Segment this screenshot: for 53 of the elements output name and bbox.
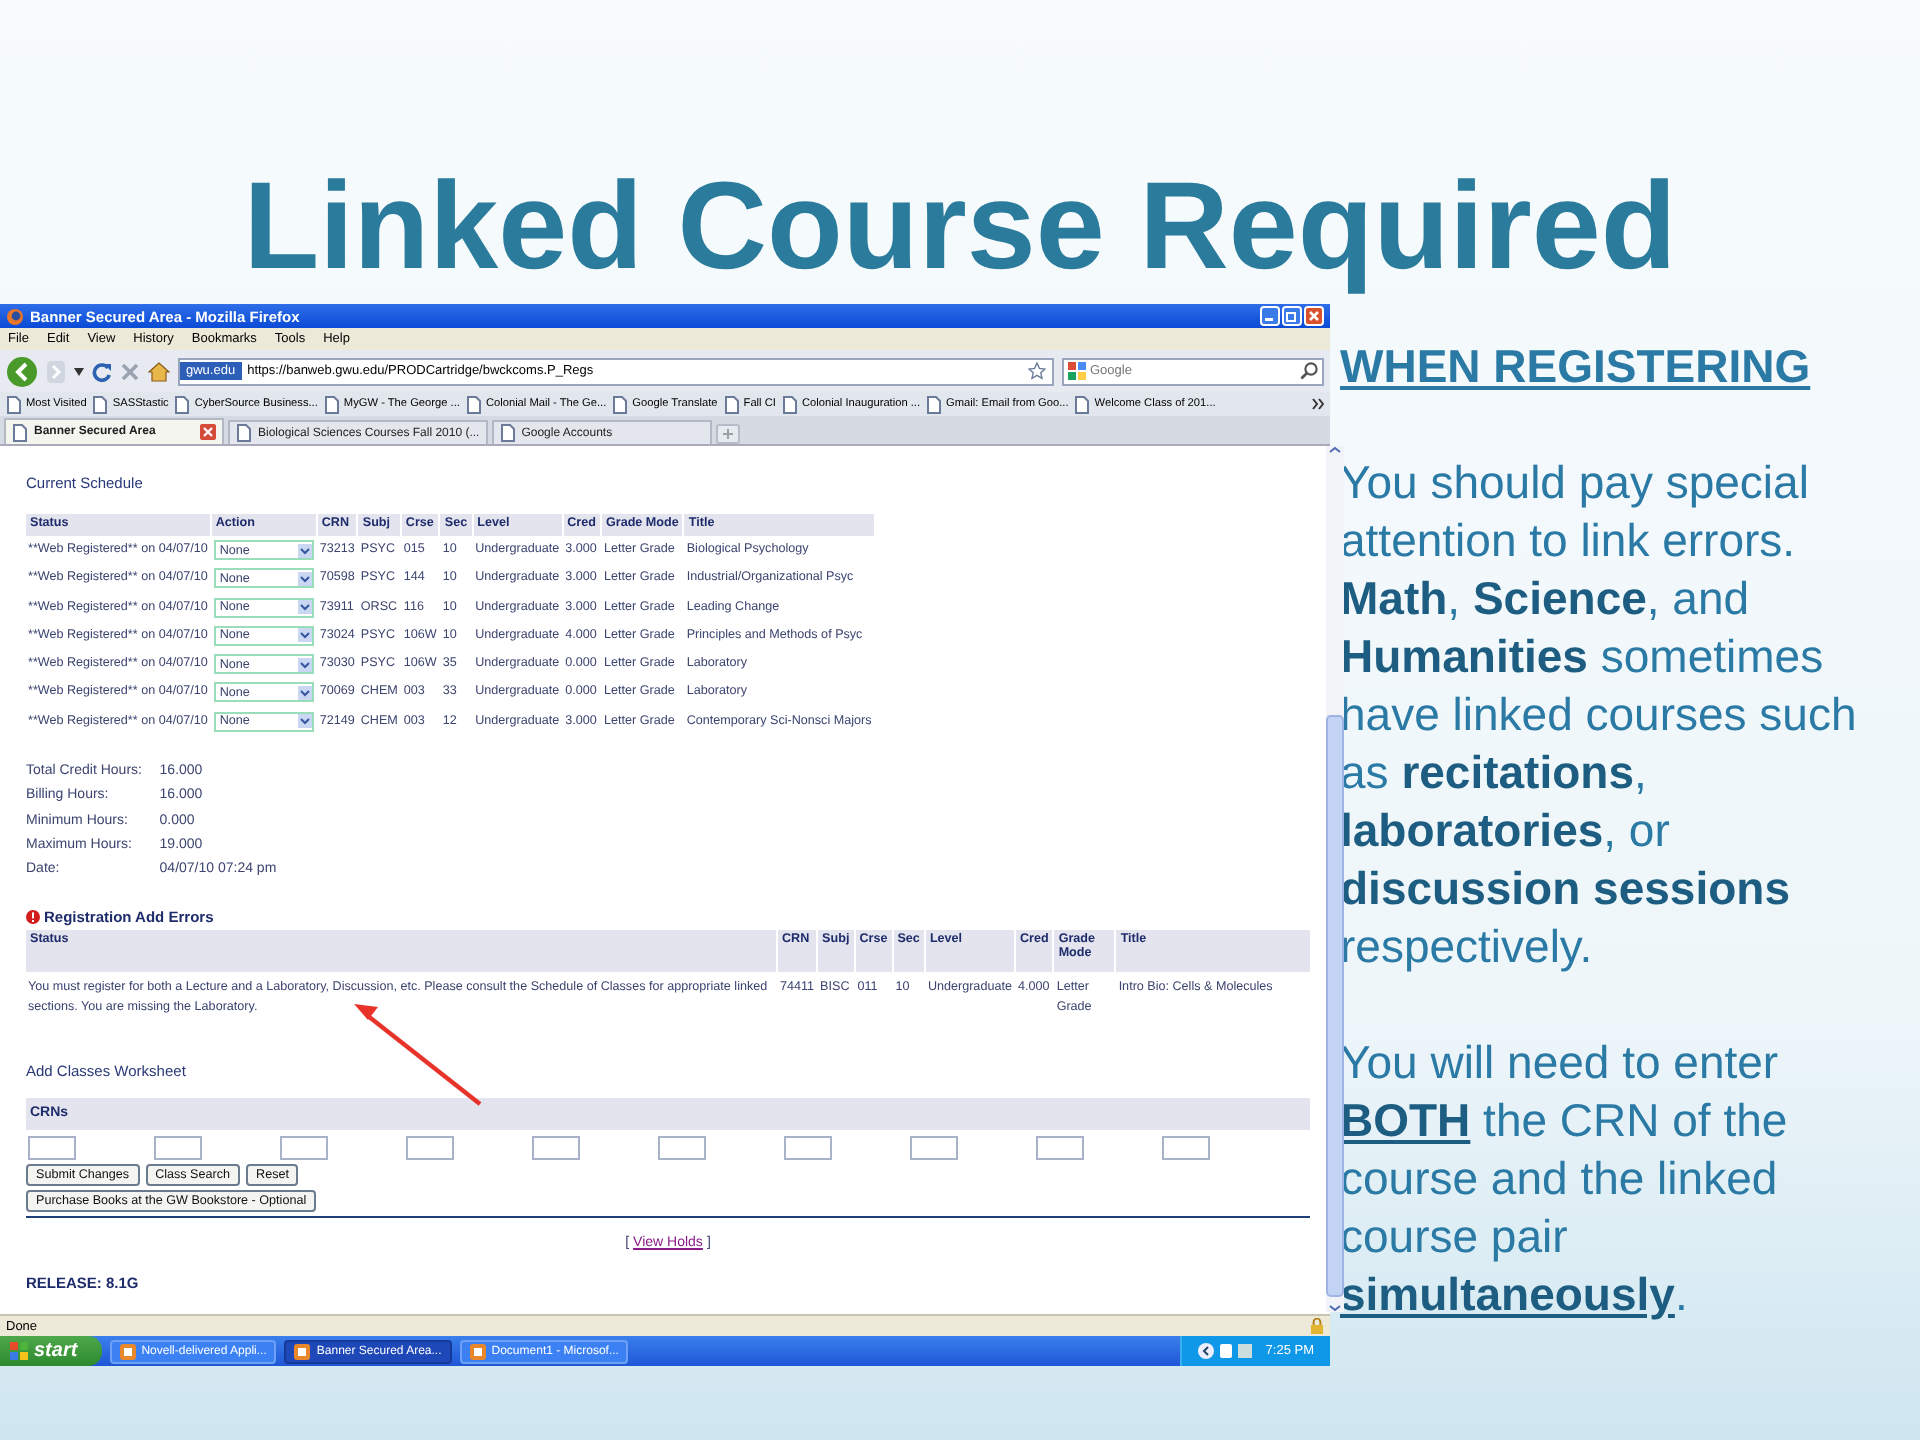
- crn-field[interactable]: [910, 1135, 958, 1160]
- home-icon[interactable]: [148, 361, 170, 381]
- dropdown-arrow-icon: [297, 714, 312, 729]
- dropdown-arrow-icon: [297, 571, 312, 586]
- app-icon: [469, 1343, 486, 1359]
- crn-field[interactable]: [280, 1135, 328, 1160]
- page-icon: [174, 395, 191, 413]
- dropdown-arrow-icon: [297, 657, 312, 672]
- dropdown-icon[interactable]: [74, 367, 84, 375]
- crn-field[interactable]: [784, 1135, 832, 1160]
- back-icon[interactable]: [6, 355, 38, 387]
- error-icon: [26, 909, 40, 924]
- search-icon[interactable]: [1300, 362, 1318, 380]
- page-icon: [926, 395, 943, 413]
- page-icon: [612, 395, 629, 413]
- notes-heading: WHEN REGISTERING: [1340, 338, 1813, 396]
- chevron-icon[interactable]: [1312, 398, 1324, 410]
- close-tab-icon[interactable]: [200, 424, 216, 440]
- crn-field[interactable]: [532, 1135, 580, 1160]
- page-icon: [92, 395, 109, 413]
- page-icon: [723, 395, 740, 413]
- lock-icon: [1310, 1318, 1324, 1334]
- windows-logo-icon: [10, 1342, 28, 1360]
- dropdown-arrow-icon: [297, 600, 312, 615]
- page-icon: [781, 395, 798, 413]
- slide-title: Linked Course Required: [241, 156, 1679, 300]
- app-icon: [294, 1343, 311, 1359]
- minimize-icon[interactable]: [1260, 306, 1280, 326]
- notes-paragraph: You will need to enter BOTH the CRN of the course and the linked course pair simultaneously.: [1340, 1034, 1790, 1324]
- dropdown-arrow-icon: [297, 543, 312, 557]
- close-icon[interactable]: [1304, 306, 1324, 326]
- page-icon: [236, 424, 252, 442]
- crn-field[interactable]: [1036, 1135, 1084, 1160]
- reload-icon[interactable]: [92, 361, 112, 381]
- crn-field[interactable]: [28, 1135, 76, 1160]
- star-icon[interactable]: [1028, 362, 1046, 380]
- crn-field[interactable]: [406, 1135, 454, 1160]
- crn-field[interactable]: [658, 1135, 706, 1160]
- new-tab-icon[interactable]: [715, 424, 740, 444]
- app-icon: [119, 1343, 136, 1359]
- crn-field[interactable]: [154, 1135, 202, 1160]
- dropdown-arrow-icon: [297, 628, 312, 643]
- search-engine-icon: [1068, 362, 1086, 380]
- stop-icon[interactable]: [120, 361, 140, 381]
- page-icon: [1074, 395, 1091, 413]
- notes-paragraph: You should pay special attention to link errors. Math, Science, and Humanities sometimes have linked courses such as recitations, laboratories, or discussion sessions respectively.: [1340, 454, 1859, 976]
- restore-icon[interactable]: [1282, 306, 1302, 326]
- dropdown-arrow-icon: [297, 685, 312, 700]
- tray-icons-drawing: [1197, 1342, 1254, 1360]
- page-icon: [323, 395, 340, 413]
- browser-logo-icon: [6, 307, 24, 325]
- start-button[interactable]: start: [0, 1336, 102, 1366]
- crn-field[interactable]: [1162, 1135, 1210, 1160]
